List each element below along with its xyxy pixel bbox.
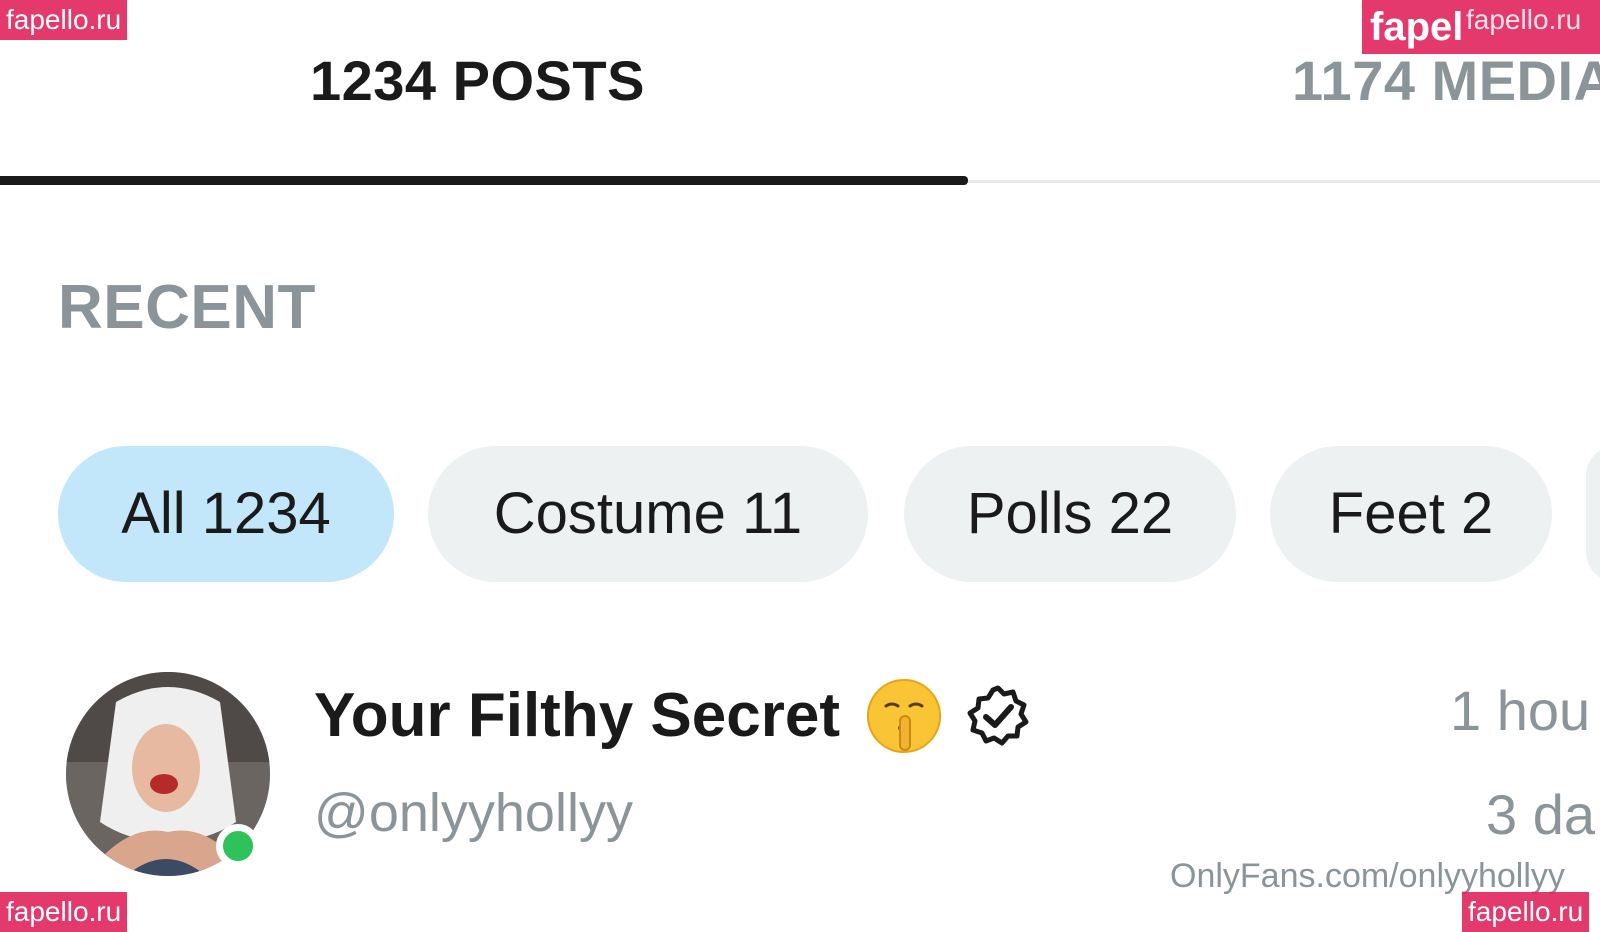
tab-divider [968, 180, 1600, 183]
watermark-top-left: fapello.ru [0, 0, 128, 40]
filter-chip-feet[interactable]: Feet 2 [1270, 446, 1552, 582]
watermark-top-right-small: fapello.ru [1466, 4, 1582, 35]
watermark-bottom-left: fapello.ru [0, 892, 128, 932]
tab-posts-active-indicator [0, 176, 968, 185]
tab-media[interactable]: 1174 MEDIA [1292, 48, 1600, 114]
section-heading: RECENT [58, 273, 316, 342]
source-url-watermark: OnlyFans.com/onlyyhollyy [1170, 857, 1565, 895]
filter-chip-costume[interactable]: Costume 11 [428, 446, 868, 582]
online-status-dot [216, 824, 260, 868]
post-author-name[interactable]: Your Filthy Secret [314, 676, 1030, 756]
filter-chip-polls[interactable]: Polls 22 [904, 446, 1236, 582]
post-secondary-timestamp: 3 da [1486, 783, 1595, 846]
author-name-text: Your Filthy Secret [314, 681, 840, 750]
shushing-face-icon [864, 676, 944, 756]
verified-badge-icon [966, 684, 1030, 748]
filter-chip-more[interactable] [1586, 446, 1600, 582]
filter-chip-all[interactable]: All 1234 [58, 446, 394, 582]
post-author-handle[interactable]: @onlyyhollyy [314, 780, 633, 846]
tab-posts[interactable]: 1234 POSTS [310, 48, 645, 114]
watermark-bottom-right: fapello.ru [1462, 892, 1590, 932]
post-timestamp: 1 hou [1450, 679, 1591, 742]
